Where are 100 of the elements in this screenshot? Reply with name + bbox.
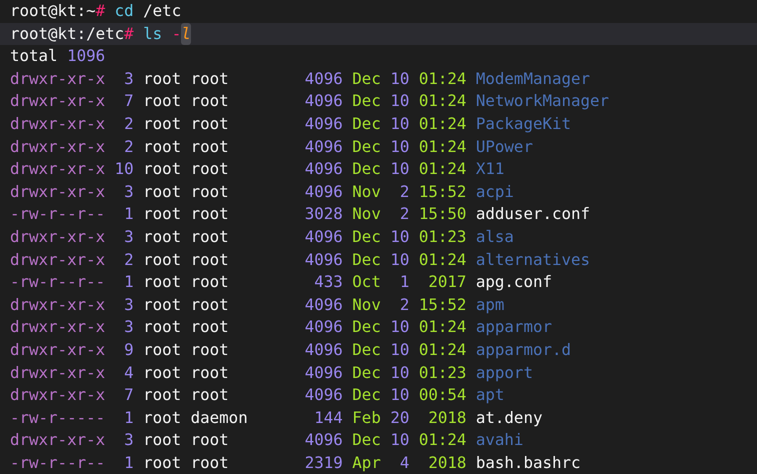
month-text: Dec xyxy=(352,158,381,180)
prompt-text: root@kt:~ xyxy=(10,0,96,22)
permissions-text: drwxr-xr-x xyxy=(10,158,106,180)
month-text: Dec xyxy=(352,248,381,271)
directory-name: apm xyxy=(476,294,504,316)
link-count: 3 xyxy=(123,68,134,90)
link-count: 9 xyxy=(123,338,134,361)
time-text: 01:24 xyxy=(418,429,466,452)
day-text: 2 xyxy=(398,180,410,203)
permissions-text: drwxr-xr-x xyxy=(10,429,106,452)
size-text: 4096 xyxy=(304,90,343,112)
owner-text: root xyxy=(143,68,182,90)
link-count: 7 xyxy=(123,90,134,112)
argument-text: /etc xyxy=(143,0,182,22)
permissions-text: drwxr-xr-x xyxy=(10,180,106,203)
size-text: 4096 xyxy=(304,362,343,384)
time-text: 15:52 xyxy=(418,294,466,316)
time-text: 01:24 xyxy=(418,338,466,361)
group-text: root xyxy=(190,136,230,158)
permissions-text: -rw-r--r-- xyxy=(10,203,106,226)
size-text: 4096 xyxy=(304,384,343,406)
group-text: root xyxy=(190,429,230,452)
month-text: Dec xyxy=(352,429,381,452)
day-text: 2 xyxy=(398,203,410,226)
day-text: 10 xyxy=(390,158,410,180)
file-name: bash.bashrc xyxy=(476,452,581,474)
group-text: root xyxy=(190,271,230,294)
day-text: 10 xyxy=(390,90,410,112)
month-text: Oct xyxy=(352,271,381,294)
permissions-text: drwxr-xr-x xyxy=(10,112,106,135)
size-text: 4096 xyxy=(304,429,343,452)
size-text: 4096 xyxy=(304,136,343,158)
month-text: Dec xyxy=(352,226,381,248)
command-text: ls xyxy=(143,22,162,45)
time-text: 01:24 xyxy=(418,68,466,90)
time-text: 2018 xyxy=(427,406,466,429)
link-count: 3 xyxy=(123,226,134,248)
owner-text: root xyxy=(143,338,182,361)
file-name: at.deny xyxy=(476,406,542,429)
group-text: root xyxy=(190,316,230,338)
group-text: root xyxy=(190,384,230,406)
directory-name: alternatives xyxy=(476,248,590,271)
total-label: total xyxy=(10,45,58,68)
time-text: 01:24 xyxy=(418,90,466,112)
permissions-text: drwxr-xr-x xyxy=(10,384,106,406)
group-text: root xyxy=(190,68,230,90)
group-text: root xyxy=(190,180,230,203)
size-text: 4096 xyxy=(304,338,343,361)
size-text: 4096 xyxy=(304,112,343,135)
day-text: 10 xyxy=(390,248,410,271)
directory-name: apparmor xyxy=(476,316,552,338)
size-text: 4096 xyxy=(304,248,343,271)
owner-text: root xyxy=(143,271,182,294)
prompt-symbol: # xyxy=(96,0,106,22)
day-text: 4 xyxy=(398,452,410,474)
link-count: 3 xyxy=(123,316,134,338)
permissions-text: drwxr-xr-x xyxy=(10,338,106,361)
directory-name: ModemManager xyxy=(476,68,590,90)
time-text: 01:24 xyxy=(418,248,466,271)
group-text: root xyxy=(190,294,230,316)
total-value: 1096 xyxy=(67,45,106,68)
time-text: 01:24 xyxy=(418,112,466,135)
month-text: Apr xyxy=(352,452,381,474)
link-count: 7 xyxy=(123,384,134,406)
group-text: daemon xyxy=(190,406,248,429)
day-text: 10 xyxy=(390,338,410,361)
time-text: 01:23 xyxy=(418,226,466,248)
day-text: 10 xyxy=(390,362,410,384)
month-text: Dec xyxy=(352,90,381,112)
size-text: 4096 xyxy=(304,316,343,338)
time-text: 2017 xyxy=(427,271,466,294)
owner-text: root xyxy=(143,112,182,135)
link-count: 1 xyxy=(123,271,134,294)
time-text: 01:24 xyxy=(418,158,466,180)
command-text: cd xyxy=(114,0,134,22)
directory-name: NetworkManager xyxy=(476,90,610,112)
group-text: root xyxy=(190,158,230,180)
link-count: 2 xyxy=(123,112,134,135)
group-text: root xyxy=(190,248,230,271)
directory-name: apt xyxy=(476,384,504,406)
day-text: 10 xyxy=(390,429,410,452)
link-count: 10 xyxy=(114,158,134,180)
month-text: Dec xyxy=(352,384,381,406)
month-text: Nov xyxy=(352,180,381,203)
link-count: 2 xyxy=(123,136,134,158)
directory-name: acpi xyxy=(476,180,514,203)
month-text: Nov xyxy=(352,294,381,316)
owner-text: root xyxy=(143,316,182,338)
size-text: 433 xyxy=(313,271,343,294)
permissions-text: -rw-r----- xyxy=(10,406,106,429)
permissions-text: drwxr-xr-x xyxy=(10,136,106,158)
size-text: 4096 xyxy=(304,68,343,90)
day-text: 10 xyxy=(390,136,410,158)
month-text: Feb xyxy=(352,406,381,429)
directory-name: UPower xyxy=(476,136,533,158)
permissions-text: -rw-r--r-- xyxy=(10,271,106,294)
link-count: 1 xyxy=(123,452,134,474)
month-text: Dec xyxy=(352,68,381,90)
directory-name: apparmor.d xyxy=(476,338,571,361)
size-text: 4096 xyxy=(304,294,343,316)
